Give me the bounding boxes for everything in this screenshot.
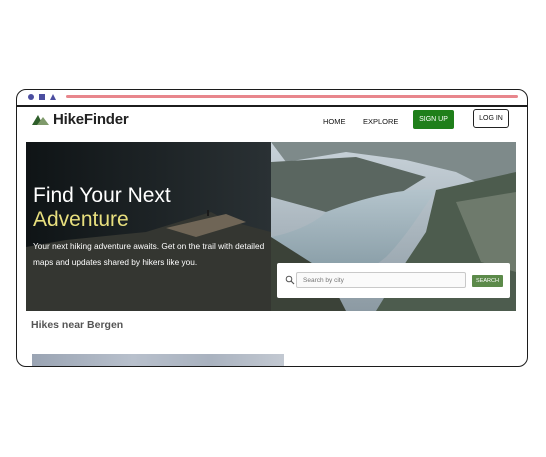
navbar: HikeFinder HOME EXPLORE SIGN UP LOG IN <box>17 107 527 141</box>
brand-logo[interactable]: HikeFinder <box>32 111 129 128</box>
hero-title: Find Your Next Adventure <box>33 184 171 232</box>
browser-chrome <box>17 90 527 107</box>
hero-banner: Find Your Next Adventure Your next hikin… <box>26 142 516 311</box>
circle-icon <box>28 94 34 100</box>
triangle-icon <box>50 94 56 100</box>
mountain-icon <box>32 115 49 125</box>
brand-name: HikeFinder <box>53 111 129 128</box>
nav-home-link[interactable]: HOME <box>323 117 346 126</box>
hike-card-image[interactable] <box>32 354 284 366</box>
search-input[interactable] <box>296 272 466 288</box>
square-icon <box>39 94 45 100</box>
hero-title-line1: Find Your Next <box>33 184 171 207</box>
hero-subtitle: Your next hiking adventure awaits. Get o… <box>33 241 265 267</box>
browser-window: HikeFinder HOME EXPLORE SIGN UP LOG IN F… <box>16 89 528 367</box>
search-panel: SEARCH <box>277 263 510 298</box>
search-button[interactable]: SEARCH <box>472 275 503 287</box>
section-title: Hikes near Bergen <box>31 319 124 331</box>
login-button[interactable]: LOG IN <box>473 109 509 128</box>
address-bar[interactable] <box>66 95 518 98</box>
search-icon <box>285 275 295 285</box>
hero-title-line2: Adventure <box>33 208 129 231</box>
nav-explore-link[interactable]: EXPLORE <box>363 117 398 126</box>
signup-button[interactable]: SIGN UP <box>413 110 454 129</box>
